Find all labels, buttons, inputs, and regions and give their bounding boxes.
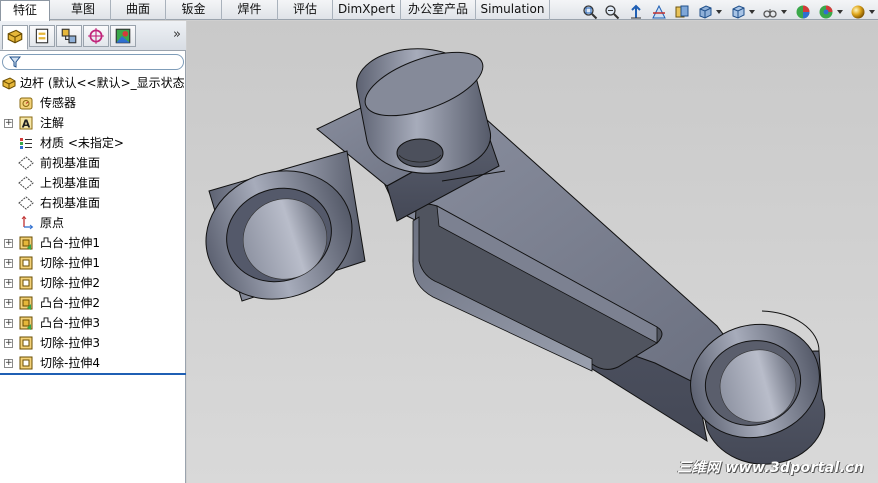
dimxpert-icon xyxy=(88,28,104,44)
tree-item-boss-extrude3[interactable]: + 凸台-拉伸3 xyxy=(0,313,186,333)
previous-view-icon[interactable] xyxy=(628,4,644,20)
tree-item-label: 切除-拉伸4 xyxy=(40,356,100,370)
tree-item-cut-extrude2[interactable]: + 切除-拉伸2 xyxy=(0,273,186,293)
boss-extrude-icon xyxy=(19,296,33,310)
plane-icon xyxy=(18,176,34,190)
edit-appearance-icon[interactable] xyxy=(762,4,778,20)
display-manager-icon xyxy=(115,28,131,44)
tab-weldments[interactable]: 焊件 xyxy=(222,0,278,20)
tab-features[interactable]: 特征 xyxy=(0,0,50,21)
filter-icon xyxy=(9,56,21,68)
cut-extrude-icon xyxy=(19,336,33,350)
tree-item-cut-extrude4[interactable]: + 切除-拉伸4 xyxy=(0,353,186,373)
tree-item-label: 右视基准面 xyxy=(40,196,101,210)
expand-icon[interactable]: + xyxy=(4,319,13,328)
plane-icon xyxy=(18,196,34,210)
hide-show-items-icon[interactable] xyxy=(730,4,746,20)
zoom-to-fit-icon[interactable] xyxy=(582,4,598,20)
watermark-text: 三维网 www.3dportal.cn xyxy=(677,460,864,476)
configurationmanager-icon xyxy=(61,28,77,44)
tree-item-label: 上视基准面 xyxy=(40,176,101,190)
tree-root-label: 边杆 (默认<<默认>_显示状态 xyxy=(20,76,185,90)
plane-icon xyxy=(18,156,34,170)
command-manager-tabs: 特征 草图 曲面 钣金 焊件 评估 DimXpert 办公室产品 Simulat… xyxy=(0,0,878,21)
tree-root-part[interactable]: 边杆 (默认<<默认>_显示状态 xyxy=(0,73,186,93)
tree-item-label: 切除-拉伸2 xyxy=(40,276,100,290)
tree-item-label: 凸台-拉伸2 xyxy=(40,296,100,310)
expand-icon[interactable]: + xyxy=(4,299,13,308)
tab-dimxpert[interactable]: DimXpert xyxy=(333,0,401,20)
view-settings-icon[interactable] xyxy=(818,4,834,20)
tree-item-label: 原点 xyxy=(40,216,65,230)
tree-item-boss-extrude1[interactable]: + 凸台-拉伸1 xyxy=(0,233,186,253)
edit-appearance-dropdown-icon[interactable] xyxy=(781,10,787,14)
hide-show-dropdown-icon[interactable] xyxy=(749,10,755,14)
cut-extrude-icon xyxy=(19,256,33,270)
tree-item-label: 切除-拉伸3 xyxy=(40,336,100,350)
expand-icon[interactable]: + xyxy=(4,339,13,348)
tree-item-sensors[interactable]: 传感器 xyxy=(0,93,186,113)
tree-item-right-plane[interactable]: 右视基准面 xyxy=(0,193,186,213)
feature-filter-input[interactable] xyxy=(2,54,184,70)
render-tools-icon[interactable] xyxy=(850,4,866,20)
tree-item-label: 前视基准面 xyxy=(40,156,101,170)
expand-icon[interactable]: + xyxy=(4,119,13,128)
expand-icon[interactable]: + xyxy=(4,359,13,368)
section-view-icon[interactable] xyxy=(651,4,667,20)
feature-manager-panel: » 边杆 (默认<<默认>_显示状态 传感器 + A 注解 材质 <未指定> 前… xyxy=(0,21,186,483)
view-settings-dropdown-icon[interactable] xyxy=(837,10,843,14)
tree-item-cut-extrude1[interactable]: + 切除-拉伸1 xyxy=(0,253,186,273)
propertymanager-icon xyxy=(35,28,49,44)
graphics-area[interactable]: 三维网 www.3dportal.cn xyxy=(187,21,878,483)
configurationmanager-tab[interactable] xyxy=(56,25,82,47)
cut-extrude-icon xyxy=(19,356,33,370)
collapse-panel-icon[interactable]: » xyxy=(173,27,181,42)
cut-extrude-icon xyxy=(19,276,33,290)
tree-item-front-plane[interactable]: 前视基准面 xyxy=(0,153,186,173)
tree-item-annotations[interactable]: + A 注解 xyxy=(0,113,186,133)
featuremanager-icon xyxy=(7,29,23,44)
tree-item-boss-extrude2[interactable]: + 凸台-拉伸2 xyxy=(0,293,186,313)
tab-sketch[interactable]: 草图 xyxy=(56,0,111,20)
tab-surfaces[interactable]: 曲面 xyxy=(111,0,166,20)
zoom-area-icon[interactable] xyxy=(604,4,620,20)
propertymanager-tab[interactable] xyxy=(29,25,55,47)
rollback-bar[interactable] xyxy=(0,373,186,375)
tree-item-label: 传感器 xyxy=(40,96,77,110)
origin-icon xyxy=(21,215,34,230)
expand-icon[interactable]: + xyxy=(4,279,13,288)
display-style-icon[interactable] xyxy=(697,4,713,20)
render-tools-dropdown-icon[interactable] xyxy=(869,10,875,14)
dimxpert-tab[interactable] xyxy=(83,25,109,47)
featuremanager-tab[interactable] xyxy=(2,25,28,50)
tab-simulation[interactable]: Simulation xyxy=(476,0,550,20)
apply-scene-icon[interactable] xyxy=(795,4,811,20)
display-style-dropdown-icon[interactable] xyxy=(716,10,722,14)
tree-item-material[interactable]: 材质 <未指定> xyxy=(0,133,186,153)
annotations-icon: A xyxy=(19,116,33,131)
svg-text:A: A xyxy=(22,118,31,131)
sensor-icon xyxy=(19,97,33,110)
tree-item-top-plane[interactable]: 上视基准面 xyxy=(0,173,186,193)
tree-item-origin[interactable]: 原点 xyxy=(0,213,186,233)
part-icon xyxy=(2,77,16,90)
boss-extrude-icon xyxy=(19,236,33,250)
tab-office-products[interactable]: 办公室产品 xyxy=(401,0,476,20)
tree-item-label: 材质 <未指定> xyxy=(40,136,124,150)
display-manager-tab[interactable] xyxy=(110,25,136,47)
material-icon xyxy=(20,138,32,149)
manager-tabs: » xyxy=(0,21,186,51)
tree-item-label: 凸台-拉伸1 xyxy=(40,236,100,250)
expand-icon[interactable]: + xyxy=(4,259,13,268)
tree-item-label: 切除-拉伸1 xyxy=(40,256,100,270)
tab-sheet-metal[interactable]: 钣金 xyxy=(166,0,222,20)
tree-item-label: 凸台-拉伸3 xyxy=(40,316,100,330)
tree-item-label: 注解 xyxy=(40,116,65,130)
boss-extrude-icon xyxy=(19,316,33,330)
view-orientation-icon[interactable] xyxy=(674,4,690,20)
tab-evaluate[interactable]: 评估 xyxy=(278,0,333,20)
connecting-rod-model[interactable] xyxy=(187,21,878,483)
expand-icon[interactable]: + xyxy=(4,239,13,248)
tree-item-cut-extrude3[interactable]: + 切除-拉伸3 xyxy=(0,333,186,353)
